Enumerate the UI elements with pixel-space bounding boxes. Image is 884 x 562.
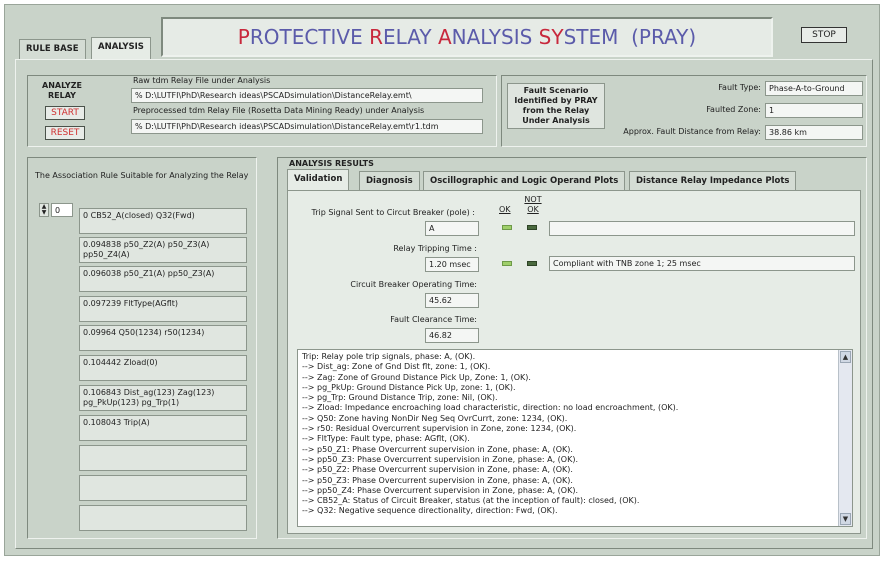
trip-notok-indicator xyxy=(527,225,537,230)
tab-analysis[interactable]: ANALYSIS xyxy=(91,37,151,59)
rule-item[interactable] xyxy=(79,505,247,531)
rtime-note-field[interactable]: Compliant with TNB zone 1; 25 msec xyxy=(549,256,855,271)
rtime-notok-indicator xyxy=(527,261,537,266)
relay-tripping-time-label: Relay Tripping Time : xyxy=(393,244,477,253)
rule-item[interactable]: 0.096038 p50_Z1(A) pp50_Z3(A) xyxy=(79,266,247,292)
rule-item[interactable] xyxy=(79,445,247,471)
faulted-zone-field[interactable]: 1 xyxy=(765,103,863,118)
app-window: RULE BASE ANALYSIS PROTECTIVE RELAY ANAL… xyxy=(4,4,880,556)
tab-diagnosis[interactable]: Diagnosis xyxy=(359,171,420,191)
cb-operating-time-label: Circuit Breaker Operating Time: xyxy=(350,280,477,289)
validation-log[interactable]: Trip: Relay pole trip signals, phase: A,… xyxy=(297,349,853,527)
log-line: --> pg_PkUp: Ground Distance Pick Up, zo… xyxy=(302,382,516,392)
faulted-zone-label: Faulted Zone: xyxy=(706,105,761,114)
fault-distance-label: Approx. Fault Distance from Relay: xyxy=(623,127,761,136)
rule-item[interactable] xyxy=(79,475,247,501)
log-line: --> Zload: Impedance encroaching load ch… xyxy=(302,403,679,413)
log-line: --> CB52_A: Status of Circuit Breaker, s… xyxy=(302,496,640,506)
log-line: --> Q32: Negative sequence directionalit… xyxy=(302,506,558,516)
reset-button[interactable]: RESET xyxy=(45,126,85,140)
fault-type-label: Fault Type: xyxy=(718,83,761,92)
raw-file-path-field[interactable]: % D:\LUTFI\PhD\Research ideas\PSCADsimul… xyxy=(131,88,483,103)
fault-scenario-label: Fault Scenario Identified by PRAY from t… xyxy=(507,83,605,129)
title-part: STEM (PRAY) xyxy=(563,25,697,49)
log-line: --> p50_Z3: Phase Overcurrent supervisio… xyxy=(302,475,573,485)
scroll-down-icon[interactable]: ▼ xyxy=(840,513,851,525)
analyze-relay-label: ANALYZE RELAY xyxy=(42,81,82,100)
not-ok-column-label: NOT OK xyxy=(524,195,542,214)
title-part: NALYSIS xyxy=(451,25,539,49)
log-line: --> Dist_ag: Zone of Gnd Dist flt, zone:… xyxy=(302,362,491,372)
log-line: Trip: Relay pole trip signals, phase: A,… xyxy=(302,352,476,361)
title-part: A xyxy=(437,25,452,49)
rule-index-field[interactable]: 0 xyxy=(51,203,73,217)
log-line: --> p50_Z2: Phase Overcurrent supervisio… xyxy=(302,465,573,475)
rules-heading: The Association Rule Suitable for Analyz… xyxy=(35,171,249,180)
trip-note-field[interactable] xyxy=(549,221,855,236)
log-line: --> Q50: Zone having NonDir Neg Seq OvrC… xyxy=(302,413,568,423)
rule-item[interactable]: 0.108043 Trip(A) xyxy=(79,415,247,441)
log-line: --> FltType: Fault type, phase: AGflt, (… xyxy=(302,434,470,444)
ok-column-label: OK xyxy=(499,205,511,214)
log-line: --> pg_Trp: Ground Distance Trip, zone: … xyxy=(302,393,498,403)
title-part: ROTECTIVE xyxy=(249,25,370,49)
fault-clearance-time-label: Fault Clearance Time: xyxy=(390,315,477,324)
tab-oscillographic-plots[interactable]: Oscillographic and Logic Operand Plots xyxy=(423,171,626,191)
tab-validation[interactable]: Validation xyxy=(287,169,350,191)
tab-impedance-plots[interactable]: Distance Relay Impedance Plots xyxy=(629,171,797,191)
title-part: ELAY xyxy=(383,25,438,49)
log-scrollbar[interactable]: ▲ ▼ xyxy=(838,350,852,526)
title-part: P xyxy=(237,25,250,49)
log-line: --> p50_Z1: Phase Overcurrent supervisio… xyxy=(302,444,573,454)
title-part: R xyxy=(369,25,384,49)
rule-item[interactable]: 0.094838 p50_Z2(A) p50_Z3(A) pp50_Z4(A) xyxy=(79,237,247,263)
log-line: --> Zag: Zone of Ground Distance Pick Up… xyxy=(302,372,531,382)
index-spinner[interactable]: ▲ ▼ xyxy=(39,203,49,217)
log-line: --> pp50_Z4: Phase Overcurrent supervisi… xyxy=(302,485,578,495)
rule-item[interactable]: 0 CB52_A(closed) Q32(Fwd) xyxy=(79,208,247,234)
preprocessed-file-path-field[interactable]: % D:\LUTFI\PhD\Research ideas\PSCADsimul… xyxy=(131,119,483,134)
tab-rule-base[interactable]: RULE BASE xyxy=(19,39,86,59)
fault-type-field[interactable]: Phase-A-to-Ground xyxy=(765,81,863,96)
trip-ok-indicator xyxy=(502,225,512,230)
fault-clearance-time-field[interactable]: 46.82 xyxy=(425,328,479,343)
rule-item[interactable]: 0.09964 Q50(1234) r50(1234) xyxy=(79,325,247,351)
fault-distance-field[interactable]: 38.86 km xyxy=(765,125,863,140)
rule-item[interactable]: 0.104442 Zload(0) xyxy=(79,355,247,381)
trip-signal-field[interactable]: A xyxy=(425,221,479,236)
rtime-ok-indicator xyxy=(502,261,512,266)
cb-operating-time-field[interactable]: 45.62 xyxy=(425,293,479,308)
scroll-up-icon[interactable]: ▲ xyxy=(840,351,851,363)
title-part: SY xyxy=(538,25,564,49)
log-line: --> r50: Residual Overcurrent supervisio… xyxy=(302,424,577,434)
rule-item[interactable]: 0.106843 Dist_ag(123) Zag(123) pg_PkUp(1… xyxy=(79,385,247,411)
log-line: --> pp50_Z3: Phase Overcurrent supervisi… xyxy=(302,454,578,464)
rule-item[interactable]: 0.097239 FltType(AGflt) xyxy=(79,296,247,322)
stop-button[interactable]: STOP xyxy=(801,27,847,43)
app-title: PROTECTIVE RELAY ANALYSIS SYSTEM (PRAY) xyxy=(161,17,773,57)
preprocessed-file-label: Preprocessed tdm Relay File (Rosetta Dat… xyxy=(133,106,425,115)
start-button[interactable]: START xyxy=(45,106,85,120)
trip-signal-label: Trip Signal Sent to Circut Breaker (pole… xyxy=(311,208,475,217)
spinner-down-icon[interactable]: ▼ xyxy=(42,209,47,216)
relay-tripping-time-field[interactable]: 1.20 msec xyxy=(425,257,479,272)
results-heading: ANALYSIS RESULTS xyxy=(289,159,374,168)
raw-file-label: Raw tdm Relay File under Analysis xyxy=(133,76,271,85)
